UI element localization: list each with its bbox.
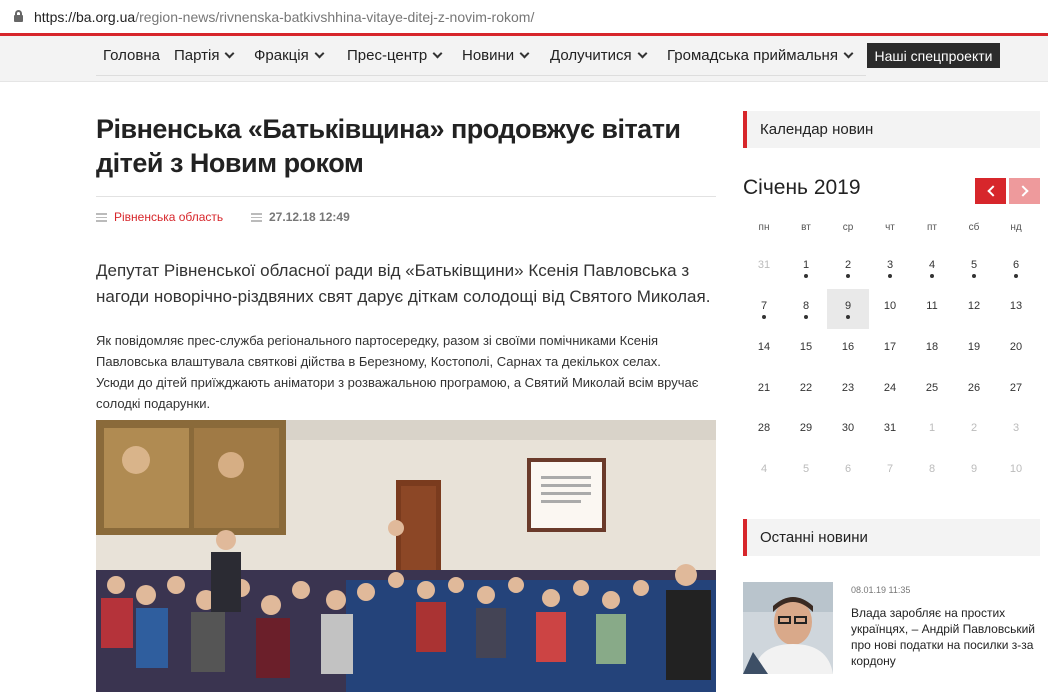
calendar-day[interactable]: 6 xyxy=(995,248,1037,288)
calendar-day: 31 xyxy=(883,422,897,434)
calendar-day: 27 xyxy=(1009,382,1023,394)
calendar-day: 2 xyxy=(970,422,978,434)
calendar-day[interactable]: 1 xyxy=(785,248,827,288)
calendar-prev-button[interactable] xyxy=(975,178,1006,204)
news-date: 08.01.19 11:35 xyxy=(851,585,911,595)
calendar-day: 29 xyxy=(799,422,813,434)
calendar-day[interactable]: 5 xyxy=(953,248,995,288)
article-photo xyxy=(96,420,716,692)
calendar-day: 23 xyxy=(841,382,855,394)
weekday-label: вт xyxy=(801,222,811,233)
nav-item-reception[interactable]: Громадська приймальня xyxy=(667,47,854,64)
calendar-widget-header: Календар новин xyxy=(743,111,1040,148)
calendar-day: 22 xyxy=(799,382,813,394)
article-title: Рівненська «Батьківщина» продовжує вітат… xyxy=(96,114,681,178)
calendar-day: 8 xyxy=(928,463,936,475)
address-bar[interactable]: https://ba.org.ua/region-news/rivnenska-… xyxy=(0,0,1048,33)
calendar-day: 21 xyxy=(757,382,771,394)
chevron-down-icon xyxy=(637,48,648,59)
news-thumbnail[interactable] xyxy=(743,582,833,674)
calendar-day: 19 xyxy=(967,341,981,353)
calendar-day: 5 xyxy=(802,463,810,475)
calendar-day: 20 xyxy=(1009,341,1023,353)
calendar-day: 7 xyxy=(886,463,894,475)
chevron-down-icon xyxy=(519,48,530,59)
calendar-day: 26 xyxy=(967,382,981,394)
weekday-label: нд xyxy=(1010,222,1022,233)
calendar-icon xyxy=(251,212,262,222)
calendar-day[interactable]: 8 xyxy=(785,289,827,329)
calendar-day: 10 xyxy=(1009,463,1023,475)
nav-item-party[interactable]: Партія xyxy=(174,47,235,64)
nav-item-news[interactable]: Новини xyxy=(462,47,530,64)
calendar-day[interactable]: 7 xyxy=(743,289,785,329)
article-body: Як повідомляє прес-служба регіонального … xyxy=(96,333,699,411)
chevron-down-icon xyxy=(225,48,235,59)
lock-icon xyxy=(14,10,23,22)
calendar-day-today[interactable]: 9 xyxy=(827,289,869,329)
calendar-day: 18 xyxy=(925,341,939,353)
weekday-label: чт xyxy=(885,222,895,233)
calendar-day[interactable]: 4 xyxy=(911,248,953,288)
chevron-down-icon xyxy=(843,48,854,59)
title-divider xyxy=(96,196,716,197)
chevron-down-icon xyxy=(432,48,443,59)
calendar-day: 4 xyxy=(760,463,768,475)
nav-item-join[interactable]: Долучитися xyxy=(550,47,648,64)
calendar-day: 13 xyxy=(1009,300,1023,312)
calendar-day: 14 xyxy=(757,341,771,353)
chevron-right-icon xyxy=(1016,185,1029,197)
article-lead: Депутат Рівненської обласної ради від «Б… xyxy=(96,261,711,306)
nav-item-home[interactable]: Головна xyxy=(103,47,160,64)
calendar-day: 3 xyxy=(1012,422,1020,434)
calendar-day: 31 xyxy=(757,259,771,271)
calendar-month: Січень 2019 xyxy=(743,176,861,199)
url-text[interactable]: https://ba.org.ua/region-news/rivnenska-… xyxy=(34,9,534,25)
calendar-day: 28 xyxy=(757,422,771,434)
weekday-label: сб xyxy=(968,222,980,233)
calendar-day: 16 xyxy=(841,341,855,353)
nav-divider xyxy=(96,75,866,76)
article-date: 27.12.18 12:49 xyxy=(251,210,350,224)
calendar-next-button[interactable] xyxy=(1009,178,1040,204)
calendar-day: 17 xyxy=(883,341,897,353)
nav-item-press-center[interactable]: Прес-центр xyxy=(347,47,443,64)
calendar-day[interactable]: 3 xyxy=(869,248,911,288)
latest-news-header: Останні новини xyxy=(743,519,1040,556)
weekday-label: ср xyxy=(842,222,854,233)
nav-item-faction[interactable]: Фракція xyxy=(254,47,325,64)
chevron-down-icon xyxy=(314,48,325,59)
weekday-label: пн xyxy=(758,222,770,233)
calendar-day: 12 xyxy=(967,300,981,312)
article-region[interactable]: Рівненська область xyxy=(96,210,223,224)
category-icon xyxy=(96,212,107,222)
calendar-day: 6 xyxy=(844,463,852,475)
news-title-link[interactable]: Влада заробляє на простих українцях, – А… xyxy=(851,605,1043,669)
calendar-day: 1 xyxy=(928,422,936,434)
calendar-day: 15 xyxy=(799,341,813,353)
calendar-day[interactable]: 2 xyxy=(827,248,869,288)
calendar-day: 25 xyxy=(925,382,939,394)
weekday-label: пт xyxy=(927,222,937,233)
calendar-day: 30 xyxy=(841,422,855,434)
special-projects-button[interactable]: Наші спецпроекти xyxy=(867,43,1000,68)
calendar-day: 9 xyxy=(970,463,978,475)
chevron-left-icon xyxy=(986,185,999,197)
calendar-day: 24 xyxy=(883,382,897,394)
calendar-day: 10 xyxy=(883,300,897,312)
calendar-day: 11 xyxy=(926,300,938,312)
